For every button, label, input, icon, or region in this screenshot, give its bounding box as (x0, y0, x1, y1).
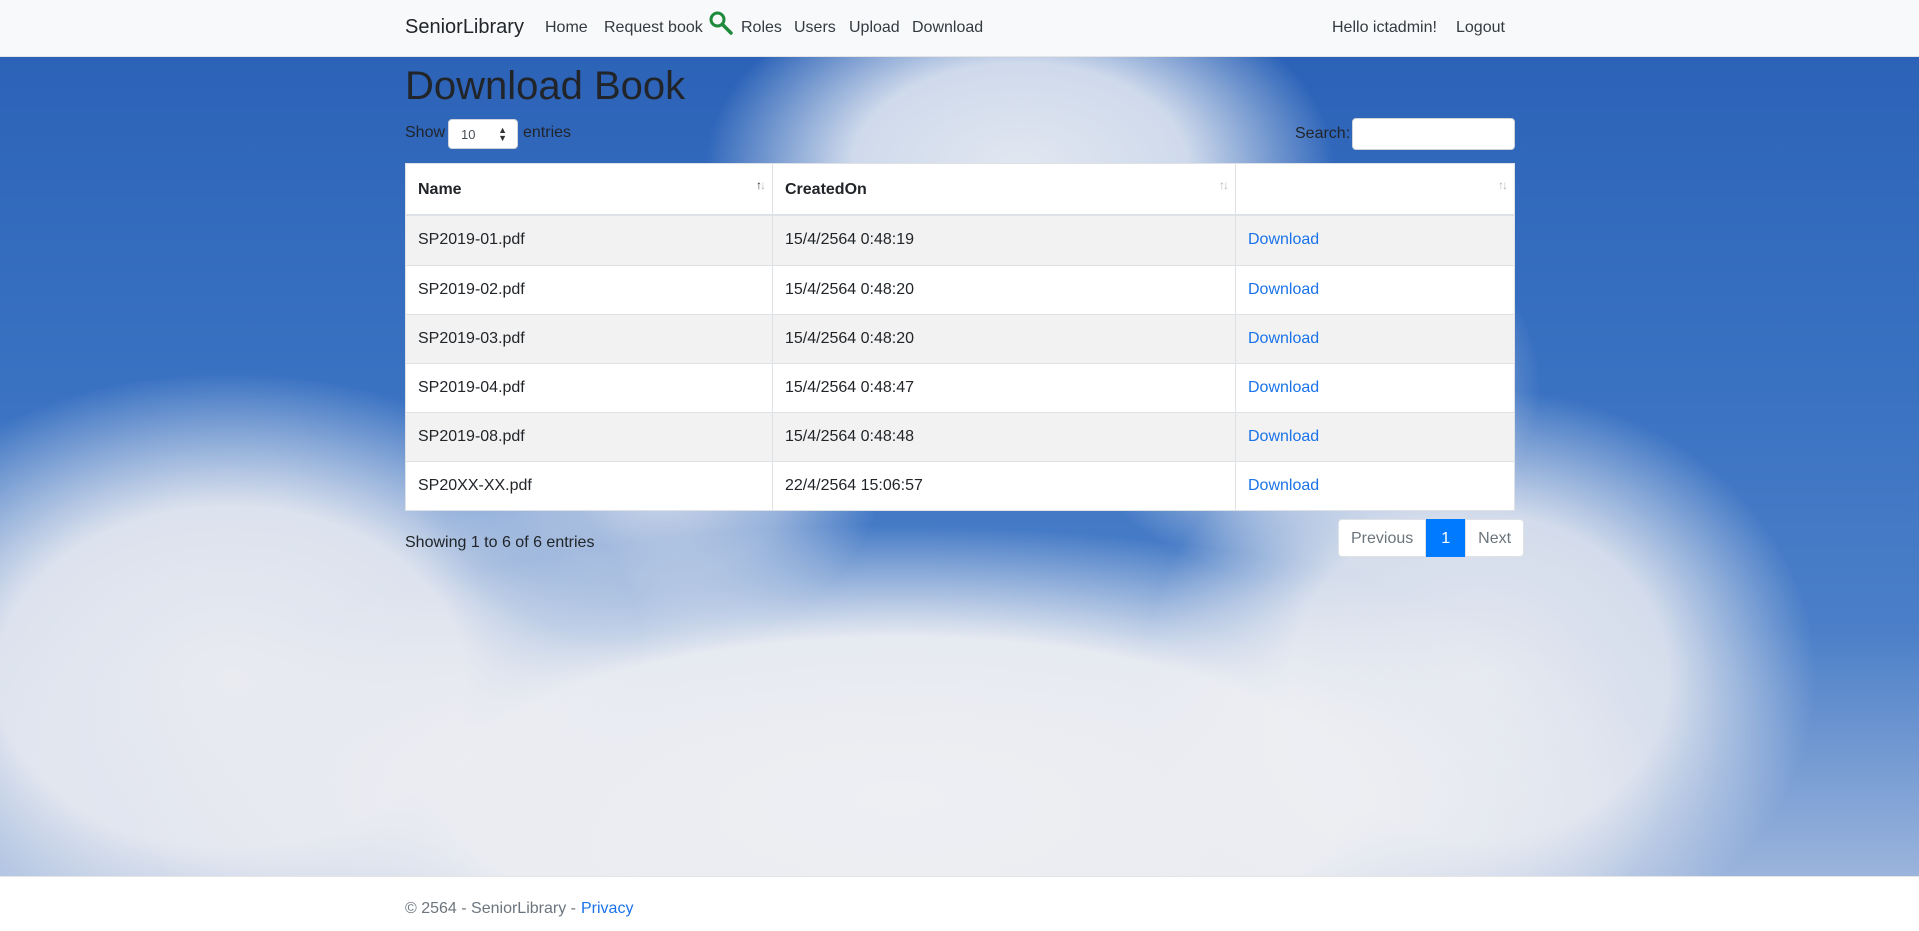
entries-select[interactable]: 10 ▲ ▼ (448, 119, 518, 149)
download-link[interactable]: Download (1248, 281, 1319, 298)
select-arrows-icon: ▲ ▼ (498, 125, 507, 143)
cell-created: 15/4/2564 0:48:48 (773, 413, 1236, 462)
privacy-link[interactable]: Privacy (581, 900, 633, 918)
sort-icon: ↑↓ (1219, 178, 1229, 192)
next-button[interactable]: Next (1465, 519, 1525, 557)
previous-button[interactable]: Previous (1338, 519, 1427, 557)
page-1-button[interactable]: 1 (1426, 519, 1466, 557)
navbar: SeniorLibrary Home Request book Roles Us… (0, 0, 1919, 57)
download-link[interactable]: Download (1248, 330, 1319, 347)
header-action[interactable]: ↑↓ (1236, 164, 1514, 214)
user-greeting[interactable]: Hello ictadmin! (1332, 19, 1437, 37)
entries-label: entries (523, 124, 572, 141)
cell-name: SP2019-01.pdf (406, 216, 773, 265)
page-title: Download Book (405, 64, 686, 108)
footer: © 2564 - SeniorLibrary - Privacy (0, 876, 1919, 931)
nav-upload[interactable]: Upload (849, 19, 900, 37)
cell-name: SP2019-02.pdf (406, 266, 773, 315)
header-createdon-label: CreatedOn (785, 181, 867, 198)
search-icon[interactable] (708, 10, 734, 36)
footer-copyright: © 2564 - SeniorLibrary - (405, 900, 576, 917)
cell-name: SP2019-03.pdf (406, 315, 773, 364)
table-body: SP2019-01.pdf 15/4/2564 0:48:19 Download… (406, 216, 1514, 511)
table-row: SP2019-08.pdf 15/4/2564 0:48:48 Download (406, 412, 1514, 462)
table-row: SP2019-03.pdf 15/4/2564 0:48:20 Download (406, 314, 1514, 364)
table-row: SP20XX-XX.pdf 22/4/2564 15:06:57 Downloa… (406, 461, 1514, 511)
table-header: Name ↑↓ CreatedOn ↑↓ ↑↓ (406, 164, 1514, 216)
table-row: SP2019-01.pdf 15/4/2564 0:48:19 Download (406, 216, 1514, 265)
download-link[interactable]: Download (1248, 428, 1319, 445)
show-label: Show (405, 124, 446, 141)
entries-select-value: 10 (461, 127, 476, 142)
pagination: Previous 1 Next (1338, 519, 1525, 557)
nav-download[interactable]: Download (912, 19, 983, 37)
cell-name: SP2019-04.pdf (406, 364, 773, 413)
cell-created: 15/4/2564 0:48:47 (773, 364, 1236, 413)
logout-link[interactable]: Logout (1456, 19, 1505, 37)
table-row: SP2019-02.pdf 15/4/2564 0:48:20 Download (406, 265, 1514, 315)
table-row: SP2019-04.pdf 15/4/2564 0:48:47 Download (406, 363, 1514, 413)
cell-created: 22/4/2564 15:06:57 (773, 462, 1236, 511)
nav-roles[interactable]: Roles (741, 19, 782, 37)
sort-icon: ↑↓ (1498, 178, 1508, 192)
table-info: Showing 1 to 6 of 6 entries (405, 534, 595, 551)
header-name[interactable]: Name ↑↓ (406, 164, 773, 214)
nav-home[interactable]: Home (545, 19, 588, 37)
cell-created: 15/4/2564 0:48:19 (773, 216, 1236, 265)
download-link[interactable]: Download (1248, 379, 1319, 396)
cell-created: 15/4/2564 0:48:20 (773, 315, 1236, 364)
header-name-label: Name (418, 181, 462, 198)
cell-name: SP20XX-XX.pdf (406, 462, 773, 511)
download-link[interactable]: Download (1248, 477, 1319, 494)
header-createdon[interactable]: CreatedOn ↑↓ (773, 164, 1236, 214)
cell-name: SP2019-08.pdf (406, 413, 773, 462)
nav-request-book[interactable]: Request book (604, 19, 703, 37)
brand-link[interactable]: SeniorLibrary (405, 16, 524, 39)
download-link[interactable]: Download (1248, 231, 1319, 248)
search-input[interactable] (1352, 118, 1515, 150)
cell-created: 15/4/2564 0:48:20 (773, 266, 1236, 315)
nav-users[interactable]: Users (794, 19, 836, 37)
search-label: Search: (1295, 125, 1351, 142)
books-table: Name ↑↓ CreatedOn ↑↓ ↑↓ SP2019-01.pdf 15… (405, 163, 1515, 511)
sort-asc-icon: ↑↓ (756, 178, 766, 192)
